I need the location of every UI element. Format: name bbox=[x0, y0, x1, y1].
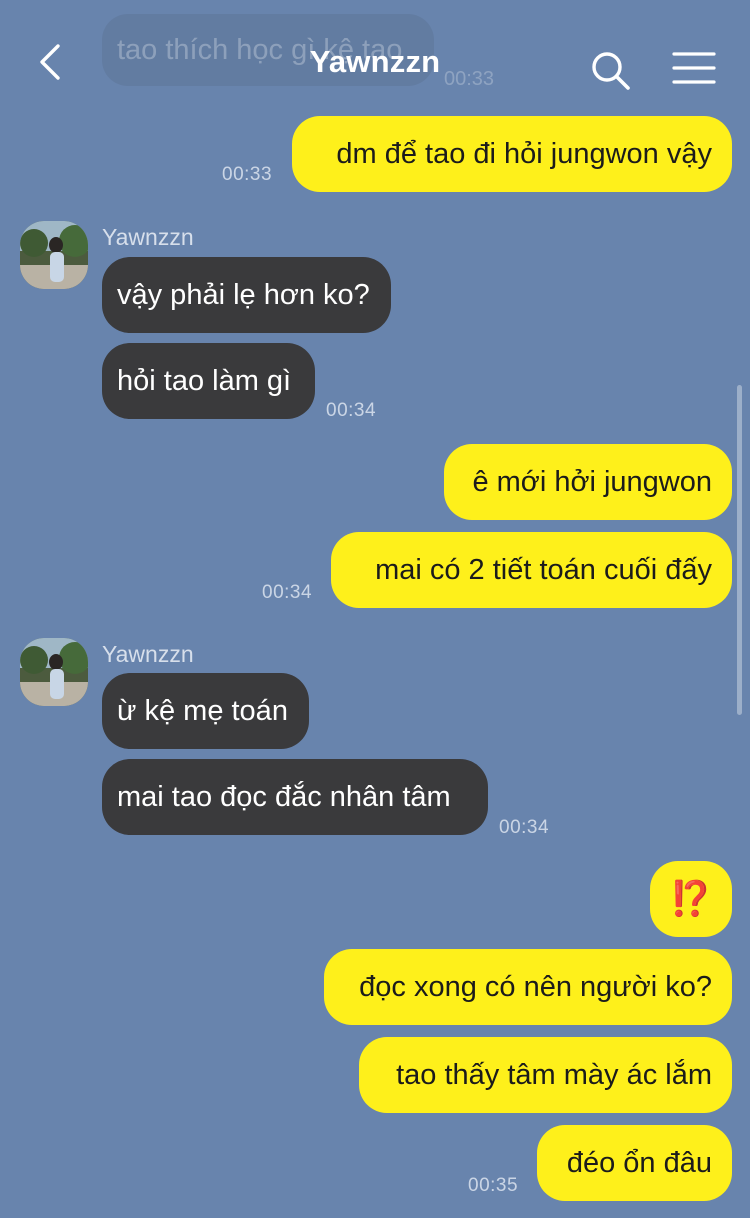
menu-icon[interactable] bbox=[672, 50, 716, 86]
message-time: 00:34 bbox=[326, 400, 377, 421]
received-message-bubble[interactable]: hỏi tao làm gì bbox=[102, 343, 315, 419]
sent-message-bubble[interactable]: mai có 2 tiết toán cuối đấy bbox=[331, 532, 732, 608]
chat-header: Yawnzzn bbox=[0, 0, 750, 130]
message-time: 00:34 bbox=[499, 817, 550, 838]
avatar[interactable] bbox=[20, 638, 88, 706]
sender-name: Yawnzzn bbox=[102, 641, 194, 667]
received-message-bubble[interactable]: vậy phải lẹ hơn ko? bbox=[102, 257, 391, 333]
received-message-bubble[interactable]: mai tao đọc đắc nhân tâm bbox=[102, 759, 488, 835]
scrollbar[interactable] bbox=[737, 385, 742, 715]
chat-title: Yawnzzn bbox=[309, 44, 441, 79]
sent-message-bubble[interactable]: đéo ổn đâu bbox=[537, 1125, 732, 1201]
avatar[interactable] bbox=[20, 221, 88, 289]
sent-message-bubble[interactable]: tao thấy tâm mày ác lắm bbox=[359, 1037, 732, 1113]
message-time: 00:35 bbox=[468, 1175, 519, 1196]
sent-emoji-bubble[interactable]: ⁉️ bbox=[650, 861, 732, 937]
message-time: 00:34 bbox=[262, 582, 313, 603]
sent-message-bubble[interactable]: đọc xong có nên người ko? bbox=[324, 949, 732, 1025]
search-icon[interactable] bbox=[590, 50, 632, 92]
received-message-bubble[interactable]: ừ kệ mẹ toán bbox=[102, 673, 309, 749]
sent-message-bubble[interactable]: dm để tao đi hỏi jungwon vậy bbox=[292, 116, 732, 192]
message-time: 00:33 bbox=[222, 164, 273, 185]
sender-name: Yawnzzn bbox=[102, 224, 194, 250]
sent-message-bubble[interactable]: ê mới hởi jungwon bbox=[444, 444, 732, 520]
